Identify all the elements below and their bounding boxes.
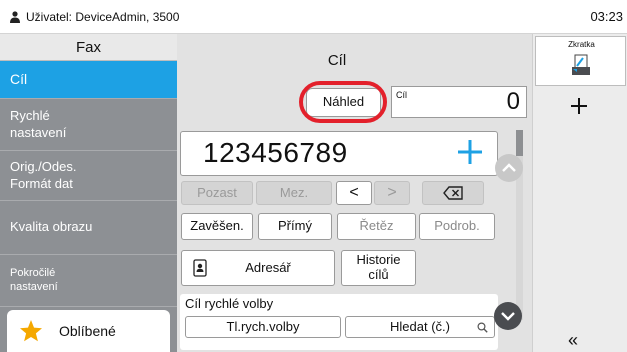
backspace-button[interactable]: [422, 181, 484, 205]
cursor-right-button[interactable]: >: [374, 181, 410, 205]
chain-button[interactable]: Řetěz: [337, 213, 416, 240]
sidebar-item-label: Orig./Odes. Formát dat: [10, 159, 77, 191]
on-hook-button[interactable]: Zavěšen.: [181, 213, 253, 240]
address-book-label: Adresář: [245, 259, 291, 275]
address-book-button[interactable]: Adresář: [181, 250, 335, 286]
favorites-label: Oblíbené: [59, 323, 116, 339]
pause-label: Pozast: [197, 184, 237, 200]
speed-dial-button-label: Tl.rych.volby: [226, 318, 300, 334]
space-label: Mez.: [279, 184, 309, 200]
direct-button[interactable]: Přímý: [258, 213, 332, 240]
direct-label: Přímý: [278, 218, 312, 234]
speed-dial-button[interactable]: Tl.rych.volby: [185, 316, 341, 338]
chevron-up-icon: [502, 163, 516, 172]
page-title: Cíl: [327, 52, 347, 69]
scroll-thumb[interactable]: [516, 130, 523, 156]
sidebar-item-destination[interactable]: Cíl: [0, 61, 177, 99]
fax-number-field[interactable]: 123456789: [180, 131, 498, 176]
detail-button[interactable]: Podrob.: [419, 213, 495, 240]
plus-icon[interactable]: [567, 94, 591, 118]
cursor-left-button[interactable]: <: [336, 181, 372, 205]
sidebar-item-label: Cíl: [10, 70, 28, 87]
destination-count-label: Cíl: [396, 90, 407, 100]
search-number-button[interactable]: Hledat (č.): [345, 316, 495, 338]
status-bar: Uživatel: DeviceAdmin, 3500 03:23: [0, 0, 627, 34]
destination-count-value: 0: [506, 88, 520, 115]
star-icon: [20, 320, 42, 342]
address-book-icon: [193, 259, 207, 277]
shortcut-button[interactable]: Zkratka: [535, 36, 626, 86]
space-button[interactable]: Mez.: [256, 181, 332, 205]
on-hook-label: Zavěšen.: [190, 218, 244, 234]
sidebar-title: Fax: [0, 34, 177, 61]
chevron-left-icon: <: [349, 183, 359, 201]
detail-label: Podrob.: [434, 218, 480, 234]
sidebar: Fax Cíl Rychlé nastavení Orig./Odes. For…: [0, 34, 177, 352]
highlight-ring: [299, 81, 387, 123]
scroll-up-button[interactable]: [495, 154, 523, 182]
chain-label: Řetěz: [359, 218, 394, 234]
sidebar-item-original-format[interactable]: Orig./Odes. Formát dat: [0, 151, 177, 201]
fax-number-value: 123456789: [203, 137, 348, 168]
sidebar-item-quick-setup[interactable]: Rychlé nastavení: [0, 99, 177, 151]
search-icon: [477, 322, 488, 333]
pause-button[interactable]: Pozast: [181, 181, 253, 205]
sidebar-item-advanced[interactable]: Pokročilé nastavení: [0, 255, 177, 307]
sidebar-item-label: Rychlé nastavení: [10, 108, 67, 140]
destination-count: Cíl 0: [391, 86, 527, 118]
user-icon: [10, 11, 20, 23]
sidebar-item-label: Kvalita obrazu: [10, 219, 93, 235]
chevron-right-icon: >: [387, 183, 397, 201]
add-destination-icon[interactable]: [455, 136, 485, 168]
collapse-panel-button[interactable]: «: [568, 330, 578, 351]
user-label: Uživatel: DeviceAdmin, 3500: [26, 10, 180, 24]
speed-dial-panel: Cíl rychlé volby Tl.rych.volby Hledat (č…: [180, 294, 498, 350]
history-button[interactable]: Historie cílů: [341, 250, 416, 286]
shortcut-panel: Zkratka «: [532, 34, 627, 352]
search-number-label: Hledat (č.): [390, 318, 450, 334]
sidebar-item-label: Pokročilé nastavení: [10, 266, 58, 293]
speed-dial-label: Cíl rychlé volby: [185, 296, 274, 311]
clock: 03:23: [590, 9, 623, 24]
main-panel: Cíl Náhled Cíl 0 123456789 Pozast Mez. <…: [177, 34, 532, 352]
favorites-button[interactable]: Oblíbené: [7, 310, 170, 352]
shortcut-fax-icon: [572, 54, 590, 75]
scroll-down-button[interactable]: [494, 302, 522, 330]
shortcut-label: Zkratka: [568, 40, 595, 49]
backspace-icon: [443, 186, 463, 200]
chevron-down-icon: [501, 312, 515, 321]
history-label: Historie cílů: [356, 252, 401, 282]
sidebar-item-image-quality[interactable]: Kvalita obrazu: [0, 201, 177, 255]
